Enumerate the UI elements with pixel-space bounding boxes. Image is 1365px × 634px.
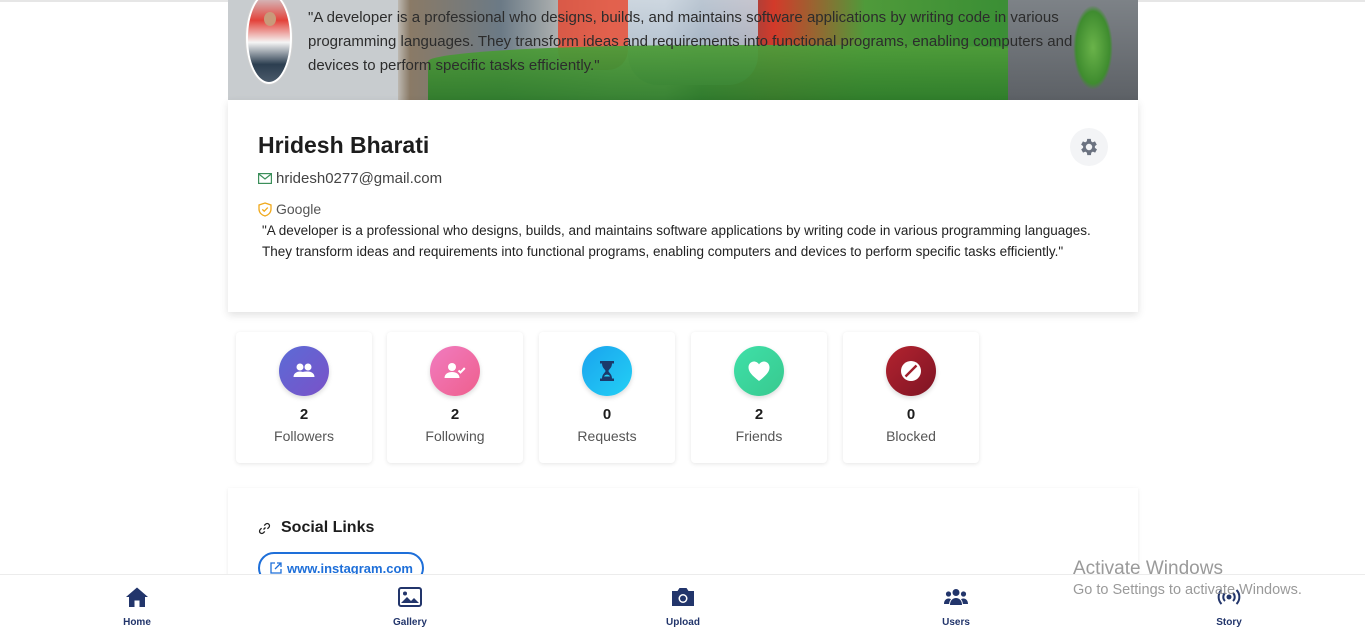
gear-icon <box>1081 138 1097 156</box>
nav-upload[interactable]: Upload <box>643 585 723 628</box>
user-check-icon <box>430 346 480 396</box>
link-icon <box>258 522 271 534</box>
social-links-title: Social Links <box>258 519 374 537</box>
envelope-icon <box>258 173 272 184</box>
stat-following[interactable]: 2 Following <box>387 332 523 463</box>
bottom-nav: Home Gallery Upload Users Story <box>0 574 1365 634</box>
external-link-icon <box>270 562 282 574</box>
stat-value: 2 <box>450 406 460 423</box>
stat-label: Followers <box>274 428 334 444</box>
stat-label: Friends <box>735 428 783 444</box>
stat-value: 0 <box>602 406 612 423</box>
email-text: hridesh0277@gmail.com <box>276 170 443 187</box>
profile-banner: "A developer is a professional who desig… <box>228 0 1138 100</box>
stat-label: Following <box>425 428 485 444</box>
users-icon <box>279 346 329 396</box>
hourglass-icon <box>582 346 632 396</box>
nav-story[interactable]: Story <box>1189 585 1269 628</box>
gallery-icon <box>398 587 422 607</box>
social-links-card: Social Links www.instagram.com <box>228 488 1138 588</box>
shield-check-icon <box>258 201 272 217</box>
stat-label: Blocked <box>886 428 936 444</box>
nav-users[interactable]: Users <box>916 585 996 628</box>
banner-bio: "A developer is a professional who desig… <box>308 9 1073 74</box>
provider-row: Google <box>258 201 321 217</box>
stat-friends[interactable]: 2 Friends <box>691 332 827 463</box>
ban-icon <box>886 346 936 396</box>
stat-value: 2 <box>754 406 764 423</box>
stat-blocked[interactable]: 0 Blocked <box>843 332 979 463</box>
stat-requests[interactable]: 0 Requests <box>539 332 675 463</box>
heart-icon <box>734 346 784 396</box>
email-row: hridesh0277@gmail.com <box>258 170 442 187</box>
users-icon <box>944 589 968 605</box>
settings-button[interactable] <box>1070 128 1108 166</box>
profile-bio: "A developer is a professional who desig… <box>262 223 1091 259</box>
stat-label: Requests <box>577 428 637 444</box>
nav-gallery[interactable]: Gallery <box>370 585 450 628</box>
stat-value: 0 <box>906 406 916 423</box>
camera-icon <box>672 588 694 606</box>
profile-card: Hridesh Bharati hridesh0277@gmail.com Go… <box>228 100 1138 312</box>
nav-home[interactable]: Home <box>97 585 177 628</box>
stat-followers[interactable]: 2 Followers <box>236 332 372 463</box>
home-icon <box>126 587 148 607</box>
stat-value: 2 <box>299 406 309 423</box>
broadcast-icon <box>1217 589 1241 605</box>
provider-text: Google <box>276 201 322 217</box>
profile-name: Hridesh Bharati <box>258 132 430 158</box>
